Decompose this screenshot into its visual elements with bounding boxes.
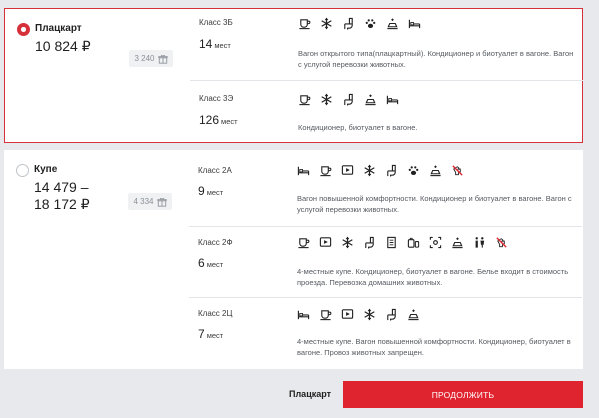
bonus-points-badge: 4 334 — [128, 193, 172, 210]
bonus-points-badge: 3 240 — [129, 50, 173, 67]
bed-icon[interactable] — [297, 164, 310, 177]
wc-icon[interactable] — [385, 308, 398, 321]
car-description: Кондиционер, биотуалет в вагоне. — [298, 123, 418, 132]
tv-icon[interactable] — [319, 236, 332, 249]
car-class-option[interactable]: Класс 2А 9 мест Вагон повышенной комфортн… — [189, 150, 582, 226]
tv-icon[interactable] — [341, 308, 354, 321]
platskart-radio[interactable] — [17, 23, 30, 36]
car-class-label: Класс 2Ц — [198, 309, 233, 318]
kupe-radio[interactable] — [16, 164, 29, 177]
wc-icon[interactable] — [342, 93, 355, 106]
snowflake-icon[interactable] — [341, 236, 354, 249]
car-class-option[interactable]: Класс 2Ф 6 мест 4-местные купе. Кондицион… — [189, 226, 582, 297]
paw-icon[interactable] — [364, 17, 377, 30]
linen-icon[interactable] — [364, 93, 377, 106]
snowflake-icon[interactable] — [363, 164, 376, 177]
snowflake-icon[interactable] — [320, 93, 333, 106]
food-icon[interactable] — [319, 164, 332, 177]
category-name: Плацкарт — [35, 23, 82, 34]
snowflake-icon[interactable] — [320, 17, 333, 30]
seats-available: 9 мест — [198, 184, 224, 198]
wc-icon[interactable] — [363, 236, 376, 249]
hygiene-icon[interactable] — [407, 236, 420, 249]
car-class-option[interactable]: Класс 2Ц 7 мест 4-местные купе. Вагон пов… — [189, 297, 582, 369]
car-class-label: Класс 2А — [198, 166, 232, 175]
seats-available: 126 мест — [199, 113, 238, 127]
wc-icon[interactable] — [342, 17, 355, 30]
category-price: 14 479 – 18 172 ₽ — [34, 179, 90, 212]
food-icon[interactable] — [297, 236, 310, 249]
seats-available: 14 мест — [199, 37, 231, 51]
toilets-icon[interactable] — [473, 236, 486, 249]
car-class-option[interactable]: Класс 3Э 126 мест Кондиционер, биотуалет … — [190, 80, 583, 143]
linen-icon[interactable] — [451, 236, 464, 249]
paw-icon[interactable] — [407, 164, 420, 177]
category-card-platskart[interactable]: Плацкарт 10 824 ₽ 3 240 Класс 3Б 14 мест … — [4, 8, 583, 143]
tv-icon[interactable] — [341, 164, 354, 177]
car-class-label: Класс 3Б — [199, 18, 233, 27]
car-description: Вагон повышенной комфортности. Кондицион… — [297, 194, 572, 214]
gift-icon — [158, 54, 168, 64]
category-card-kupe[interactable]: Купе 14 479 – 18 172 ₽ 4 334 Класс 2А 9м… — [4, 150, 583, 369]
category-price: 10 824 ₽ — [35, 38, 91, 54]
food-icon[interactable] — [298, 17, 311, 30]
no-pets-icon[interactable] — [451, 164, 464, 177]
bed-icon[interactable] — [386, 93, 399, 106]
no-pets-icon[interactable] — [495, 236, 508, 249]
seats-available: 7 мест — [198, 327, 224, 341]
linen-icon[interactable] — [386, 17, 399, 30]
shower-icon[interactable] — [429, 236, 442, 249]
car-class-label: Класс 2Ф — [198, 238, 233, 247]
selected-category-label: Плацкарт — [289, 389, 332, 399]
bed-icon[interactable] — [408, 17, 421, 30]
food-icon[interactable] — [298, 93, 311, 106]
press-icon[interactable] — [385, 236, 398, 249]
linen-icon[interactable] — [429, 164, 442, 177]
linen-icon[interactable] — [407, 308, 420, 321]
wc-icon[interactable] — [385, 164, 398, 177]
car-description: 4-местные купе. Вагон повышенной комфорт… — [297, 337, 571, 357]
gift-icon — [157, 197, 167, 207]
car-class-option[interactable]: Класс 3Б 14 мест Вагон открытого типа(пла… — [190, 9, 583, 80]
bed-icon[interactable] — [297, 308, 310, 321]
category-name: Купе — [34, 164, 58, 175]
car-class-label: Класс 3Э — [199, 94, 234, 103]
seats-available: 6 мест — [198, 256, 224, 270]
car-description: Вагон открытого типа(плацкартный). Конди… — [298, 49, 574, 69]
snowflake-icon[interactable] — [363, 308, 376, 321]
continue-button[interactable]: ПРОДОЛЖИТЬ — [343, 381, 583, 408]
food-icon[interactable] — [319, 308, 332, 321]
car-description: 4-местные купе. Кондиционер, биотуалет в… — [297, 267, 569, 287]
